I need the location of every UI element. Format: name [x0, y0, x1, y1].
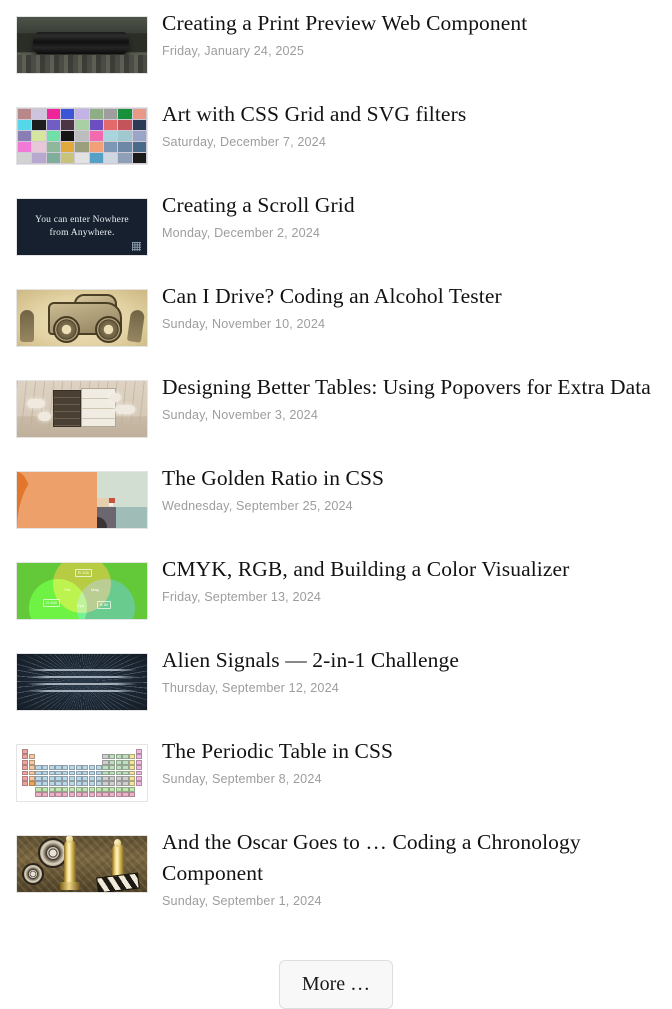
scroll-grid-caption-line1: You can enter Nowhere — [35, 215, 129, 225]
list-item[interactable]: The Periodic Table in CSS Sunday, Septem… — [0, 728, 672, 802]
scroll-grid-caption-line2: from Anywhere. — [49, 228, 115, 238]
list-item[interactable]: And the Oscar Goes to … Coding a Chronol… — [0, 819, 672, 910]
post-title[interactable]: CMYK, RGB, and Building a Color Visualiz… — [162, 554, 672, 585]
post-title[interactable]: Creating a Scroll Grid — [162, 190, 672, 221]
venn-label-yellow: Ylw — [64, 587, 71, 592]
post-title[interactable]: The Periodic Table in CSS — [162, 736, 672, 767]
post-date: Sunday, September 1, 2024 — [162, 894, 322, 908]
post-title-link[interactable]: And the Oscar Goes to … Coding a Chronol… — [162, 830, 581, 885]
post-title-link[interactable]: Designing Better Tables: Using Popovers … — [162, 375, 651, 399]
post-text: Can I Drive? Coding an Alcohol Tester Su… — [148, 273, 672, 333]
post-date: Sunday, September 8, 2024 — [162, 772, 322, 786]
post-date: Thursday, September 12, 2024 — [162, 681, 339, 695]
post-thumbnail-link[interactable] — [16, 471, 148, 529]
post-list: Creating a Print Preview Web Component F… — [0, 0, 672, 910]
rgb-venn-diagram: R 128 G 200 B 80 Ylw Mag Cyn — [17, 563, 147, 619]
post-text: The Periodic Table in CSS Sunday, Septem… — [148, 728, 672, 788]
post-date: Friday, September 13, 2024 — [162, 590, 322, 604]
post-date: Monday, December 2, 2024 — [162, 226, 321, 240]
post-title[interactable]: Designing Better Tables: Using Popovers … — [162, 372, 672, 403]
post-thumbnail-link[interactable]: R 128 G 200 B 80 Ylw Mag Cyn — [16, 562, 148, 620]
post-title[interactable]: Can I Drive? Coding an Alcohol Tester — [162, 281, 672, 312]
post-date: Friday, January 24, 2025 — [162, 44, 304, 58]
post-thumbnail-link[interactable] — [16, 835, 148, 893]
post-text: Alien Signals — 2-in-1 Challenge Thursda… — [148, 637, 672, 697]
pagination: More … — [0, 960, 672, 1009]
post-date: Sunday, November 10, 2024 — [162, 317, 326, 331]
post-date: Saturday, December 7, 2024 — [162, 135, 326, 149]
list-item[interactable]: Alien Signals — 2-in-1 Challenge Thursda… — [0, 637, 672, 711]
post-title-link[interactable]: Art with CSS Grid and SVG filters — [162, 102, 466, 126]
post-date: Wednesday, September 25, 2024 — [162, 499, 353, 513]
post-thumbnail-link[interactable] — [16, 653, 148, 711]
post-title-link[interactable]: Alien Signals — 2-in-1 Challenge — [162, 648, 459, 672]
alien-signal-burst — [17, 654, 147, 710]
post-text: And the Oscar Goes to … Coding a Chronol… — [148, 819, 672, 910]
post-thumbnail-link[interactable] — [16, 289, 148, 347]
post-date: Sunday, November 3, 2024 — [162, 408, 318, 422]
post-title[interactable]: The Golden Ratio in CSS — [162, 463, 672, 494]
post-title-link[interactable]: Can I Drive? Coding an Alcohol Tester — [162, 284, 502, 308]
post-title-link[interactable]: The Periodic Table in CSS — [162, 739, 393, 763]
printing-press-photo — [17, 17, 147, 73]
post-text: The Golden Ratio in CSS Wednesday, Septe… — [148, 455, 672, 515]
list-item[interactable]: Designing Better Tables: Using Popovers … — [0, 364, 672, 438]
post-title[interactable]: Creating a Print Preview Web Component — [162, 8, 672, 39]
venn-label-cyan: Cyn — [77, 603, 85, 608]
scroll-grid-caption: You can enter Nowhere from Anywhere. — [35, 214, 129, 240]
list-item[interactable]: Creating a Print Preview Web Component F… — [0, 0, 672, 74]
list-item[interactable]: R 128 G 200 B 80 Ylw Mag Cyn CMYK, RGB, … — [0, 546, 672, 620]
post-thumbnail-link[interactable] — [16, 744, 148, 802]
list-item[interactable]: Art with CSS Grid and SVG filters Saturd… — [0, 91, 672, 165]
beige-data-cabinet-render — [17, 381, 147, 437]
post-text: Designing Better Tables: Using Popovers … — [148, 364, 672, 424]
list-item[interactable]: You can enter Nowhere from Anywhere. Cre… — [0, 182, 672, 256]
venn-label-green: G 200 — [43, 599, 60, 607]
vintage-cartoon-car — [17, 290, 147, 346]
post-title[interactable]: And the Oscar Goes to … Coding a Chronol… — [162, 827, 672, 889]
post-title-link[interactable]: Creating a Print Preview Web Component — [162, 11, 527, 35]
colorful-grid-collage — [17, 108, 147, 164]
more-button[interactable]: More … — [278, 960, 394, 1009]
venn-label-magenta: Mag — [91, 587, 99, 592]
post-thumbnail-link[interactable] — [16, 16, 148, 74]
post-thumbnail-link[interactable] — [16, 107, 148, 165]
post-title-link[interactable]: CMYK, RGB, and Building a Color Visualiz… — [162, 557, 569, 581]
post-title[interactable]: Art with CSS Grid and SVG filters — [162, 99, 672, 130]
post-text: Creating a Scroll Grid Monday, December … — [148, 182, 672, 242]
oscar-statuettes — [17, 836, 147, 892]
post-thumbnail-link[interactable]: You can enter Nowhere from Anywhere. — [16, 198, 148, 256]
periodic-table — [17, 745, 147, 801]
venn-label-blue: B 80 — [97, 601, 112, 609]
scroll-grid-card: You can enter Nowhere from Anywhere. — [17, 199, 147, 255]
post-text: Creating a Print Preview Web Component F… — [148, 0, 672, 60]
grid-icon — [132, 242, 141, 251]
post-thumbnail-link[interactable] — [16, 380, 148, 438]
post-title-link[interactable]: The Golden Ratio in CSS — [162, 466, 384, 490]
post-text: Art with CSS Grid and SVG filters Saturd… — [148, 91, 672, 151]
list-item[interactable]: The Golden Ratio in CSS Wednesday, Septe… — [0, 455, 672, 529]
venn-label-red: R 128 — [75, 569, 92, 577]
post-text: CMYK, RGB, and Building a Color Visualiz… — [148, 546, 672, 606]
post-title-link[interactable]: Creating a Scroll Grid — [162, 193, 355, 217]
golden-ratio-spiral — [17, 472, 147, 528]
list-item[interactable]: Can I Drive? Coding an Alcohol Tester Su… — [0, 273, 672, 347]
post-title[interactable]: Alien Signals — 2-in-1 Challenge — [162, 645, 672, 676]
